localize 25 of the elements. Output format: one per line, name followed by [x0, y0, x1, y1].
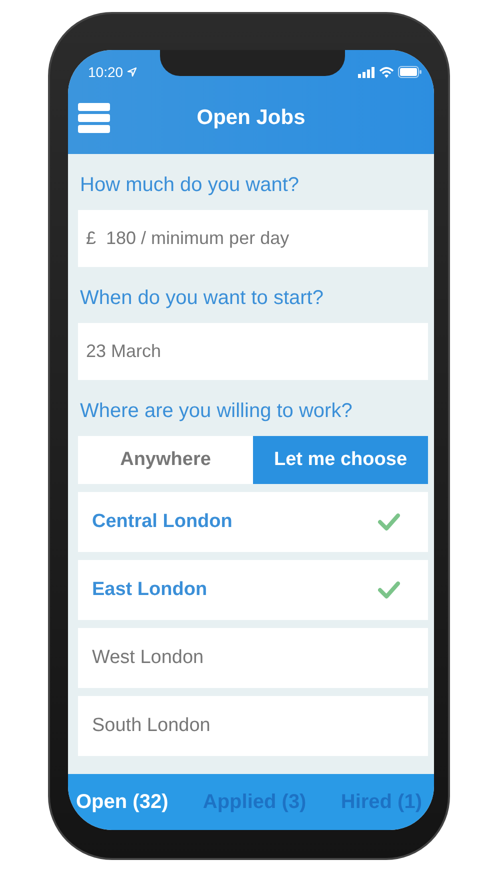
- tab[interactable]: Open (32): [76, 790, 168, 814]
- input-field[interactable]: 23 March: [78, 323, 428, 380]
- question-label: Where are you willing to work?: [79, 399, 354, 424]
- screen-title: Open Jobs: [196, 106, 306, 130]
- segment-option[interactable]: Let me choose: [253, 436, 428, 484]
- location-option[interactable]: West London: [78, 628, 428, 688]
- check-icon: [378, 513, 400, 531]
- menu-button[interactable]: [78, 102, 110, 134]
- clock-time: 10:20: [88, 64, 124, 80]
- location-option[interactable]: South London: [78, 696, 428, 756]
- wifi-icon: [379, 66, 394, 78]
- location-option[interactable]: East London: [78, 560, 428, 620]
- currency-symbol: £: [86, 228, 96, 249]
- location-option[interactable]: Central London: [78, 492, 428, 552]
- segment-option[interactable]: Anywhere: [78, 436, 253, 484]
- field-value: 180 / minimum per day: [106, 228, 290, 249]
- signal-icon: [358, 66, 375, 78]
- location-arrow-icon: [127, 67, 138, 77]
- check-icon: [378, 581, 400, 599]
- question-label: When do you want to start?: [79, 286, 324, 311]
- battery-icon: [398, 66, 422, 78]
- question-label: How much do you want?: [79, 173, 300, 198]
- input-field[interactable]: £ 180 / minimum per day: [78, 210, 428, 267]
- menu-icon: [78, 102, 110, 134]
- field-value: 23 March: [86, 341, 162, 362]
